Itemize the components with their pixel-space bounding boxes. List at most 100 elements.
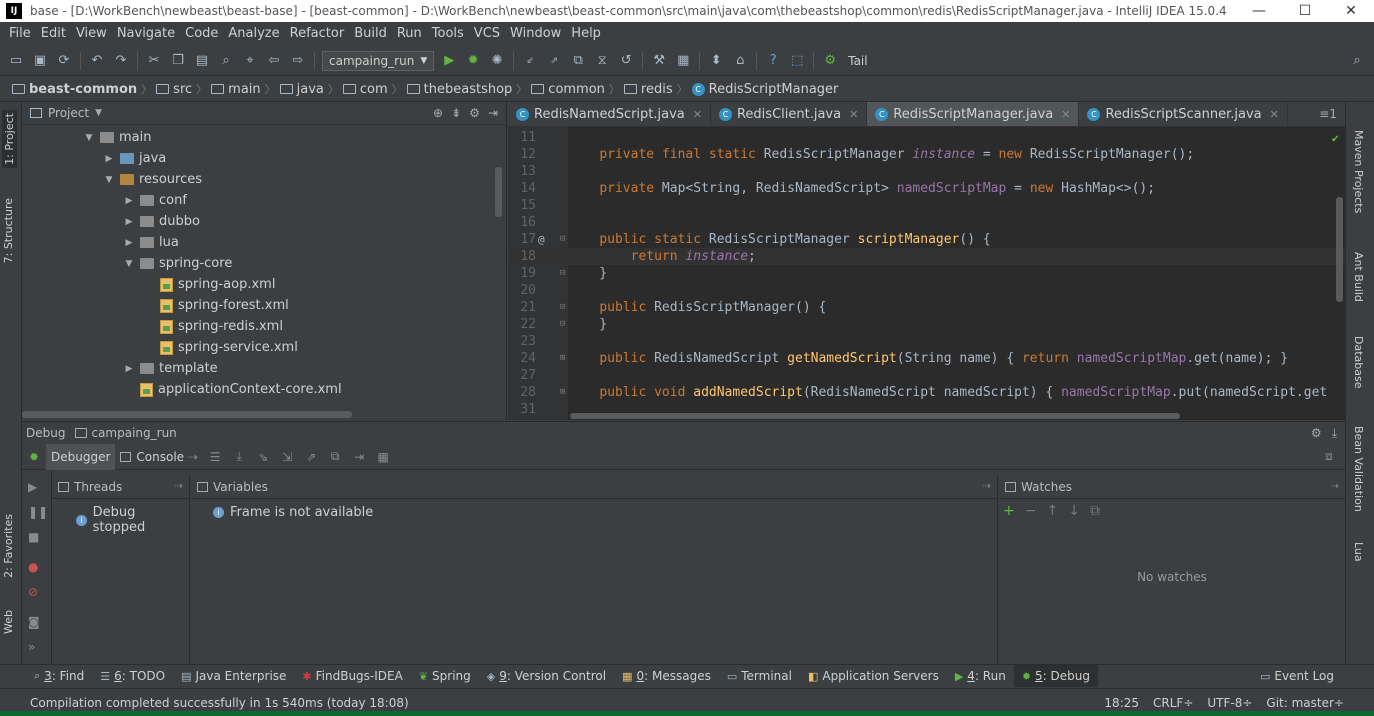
- breadcrumb-com[interactable]: com: [339, 82, 392, 97]
- rerun-debug-icon[interactable]: ✹: [22, 446, 46, 468]
- project-horizontal-scrollbar[interactable]: [22, 411, 352, 418]
- coverage-icon[interactable]: ✺: [486, 50, 508, 72]
- toolwindow-todo[interactable]: ☰ 6: TODO: [92, 665, 173, 687]
- editor-horizontal-scrollbar[interactable]: [570, 413, 1180, 419]
- copy-icon[interactable]: ❐: [167, 50, 189, 72]
- show-execution-point-icon[interactable]: ☰: [203, 446, 227, 468]
- vcs-history-icon[interactable]: ⧖: [591, 50, 613, 72]
- move-down-icon[interactable]: ↓: [1068, 503, 1080, 519]
- hide-panel-icon[interactable]: ⤓: [1332, 426, 1337, 441]
- tabs-overflow-button[interactable]: ≡1: [1319, 107, 1345, 121]
- code-line[interactable]: 19 ⊟ }: [508, 265, 1345, 282]
- project-view-select[interactable]: Project: [48, 106, 89, 120]
- toolwindow-version-control[interactable]: ◈ 9: Version Control: [479, 665, 614, 687]
- close-tab-icon[interactable]: ✕: [1061, 108, 1070, 121]
- tab-redis-client[interactable]: C RedisClient.java ✕: [711, 102, 868, 126]
- remove-watch-icon[interactable]: −: [1025, 503, 1037, 519]
- tree-item-template[interactable]: ▶ template: [122, 358, 218, 379]
- breadcrumb-class[interactable]: C RedisScriptManager: [688, 82, 843, 97]
- fold-marker-icon[interactable]: ⊟: [560, 231, 565, 248]
- vcs-update-icon[interactable]: ⇙: [519, 50, 541, 72]
- menu-vcs[interactable]: VCS: [469, 26, 505, 41]
- fold-marker-icon[interactable]: ⊞: [560, 384, 565, 401]
- menu-analyze[interactable]: Analyze: [223, 26, 284, 41]
- menu-tools[interactable]: Tools: [427, 26, 469, 41]
- tree-item-spring-forest[interactable]: spring-forest.xml: [156, 295, 289, 316]
- toolwindow-find[interactable]: ⌕ 3: Find: [26, 665, 92, 687]
- close-button[interactable]: ✕: [1328, 0, 1374, 22]
- hide-panel-icon[interactable]: ⇥: [488, 106, 498, 120]
- more-icon[interactable]: »: [28, 640, 35, 654]
- pin-icon[interactable]: ⇢: [175, 481, 189, 492]
- close-tab-icon[interactable]: ✕: [849, 108, 858, 121]
- menu-run[interactable]: Run: [392, 26, 427, 41]
- menu-code[interactable]: Code: [180, 26, 223, 41]
- tab-debugger[interactable]: Debugger: [46, 443, 116, 470]
- git-branch-widget[interactable]: Git: master÷: [1266, 696, 1344, 710]
- menu-window[interactable]: Window: [505, 26, 566, 41]
- tab-database[interactable]: Database: [1352, 336, 1365, 389]
- project-structure-icon[interactable]: ▦: [672, 50, 694, 72]
- paste-icon[interactable]: ▤: [191, 50, 213, 72]
- save-all-icon[interactable]: ▣: [29, 50, 51, 72]
- code-line[interactable]: 17 @ ⊟ public static RedisScriptManager sc…: [508, 231, 1345, 248]
- menu-help[interactable]: Help: [566, 26, 606, 41]
- minimize-button[interactable]: —: [1236, 0, 1282, 22]
- tree-item-application-context[interactable]: applicationContext-core.xml: [136, 379, 342, 400]
- back-icon[interactable]: ⇦: [263, 50, 285, 72]
- code-line[interactable]: 24 ⊞ public RedisNamedScript getNamedScri…: [508, 350, 1345, 367]
- tree-item-java[interactable]: ▶ java: [102, 148, 167, 169]
- breadcrumb-java[interactable]: java: [276, 82, 328, 97]
- tree-item-resources[interactable]: ▼ resources: [102, 169, 202, 190]
- run-icon[interactable]: ▶: [438, 50, 460, 72]
- duplicate-watch-icon[interactable]: ⧉: [1090, 503, 1100, 519]
- caret-position[interactable]: 18:25: [1104, 696, 1139, 710]
- tree-item-spring-core[interactable]: ▼ spring-core: [122, 253, 233, 274]
- code-area[interactable]: 11 12 private final static RedisScriptMan…: [508, 127, 1345, 420]
- code-line[interactable]: 12 private final static RedisScriptManag…: [508, 146, 1345, 163]
- scroll-from-source-icon[interactable]: ⊕: [433, 106, 443, 120]
- fold-marker-icon[interactable]: ⊟: [560, 265, 565, 282]
- chevron-down-icon[interactable]: ▼: [95, 108, 102, 118]
- code-line[interactable]: 28 ⊞ public void addNamedScript(RedisName…: [508, 384, 1345, 401]
- breadcrumb-common[interactable]: common: [527, 82, 609, 97]
- evaluate-expression-icon[interactable]: ▦: [371, 446, 395, 468]
- collapse-arrow-icon[interactable]: ▶: [122, 217, 136, 227]
- encoding-widget[interactable]: UTF-8÷: [1207, 696, 1252, 710]
- toolwindow-run[interactable]: ▶ 4: Run: [947, 665, 1014, 687]
- gear-icon[interactable]: ⚙: [1311, 426, 1322, 441]
- collapse-arrow-icon[interactable]: ▶: [122, 364, 136, 374]
- redo-icon[interactable]: ↷: [110, 50, 132, 72]
- find-icon[interactable]: ⌕: [215, 50, 237, 72]
- stop-icon[interactable]: ■: [28, 530, 39, 544]
- restore-layout-icon[interactable]: ⧈: [1317, 446, 1341, 468]
- sdk-manager-icon[interactable]: ⬍: [705, 50, 727, 72]
- tail-icon[interactable]: ⚙: [819, 50, 841, 72]
- mute-breakpoints-icon[interactable]: ⊘: [28, 585, 38, 599]
- tab-console[interactable]: Console ⇢: [115, 444, 203, 470]
- run-to-cursor-icon[interactable]: ⇥: [347, 446, 371, 468]
- menu-file[interactable]: File: [4, 26, 36, 41]
- add-watch-icon[interactable]: +: [1003, 503, 1015, 519]
- editor-vertical-scrollbar[interactable]: [1336, 197, 1343, 302]
- menu-view[interactable]: View: [71, 26, 112, 41]
- project-vertical-scrollbar[interactable]: [495, 167, 502, 217]
- collapse-arrow-icon[interactable]: ▶: [102, 154, 116, 164]
- code-line[interactable]: 13: [508, 163, 1345, 180]
- tree-item-main[interactable]: ▼ main: [82, 127, 152, 148]
- breadcrumb-redis[interactable]: redis: [620, 82, 677, 97]
- code-line[interactable]: 14 private Map<String, RedisNamedScript>…: [508, 180, 1345, 197]
- collapse-all-icon[interactable]: ⇟: [451, 106, 461, 120]
- fold-marker-icon[interactable]: ⊞: [560, 350, 565, 367]
- tab-structure[interactable]: 7: Structure: [2, 198, 15, 263]
- toolwindow-event-log[interactable]: ▭ Event Log: [1252, 665, 1374, 687]
- tab-web[interactable]: Web: [2, 610, 15, 634]
- pin-icon[interactable]: ⇢: [983, 481, 997, 492]
- resume-icon[interactable]: ▶: [28, 480, 37, 494]
- step-into-icon[interactable]: ⇘: [251, 446, 275, 468]
- code-line[interactable]: 16: [508, 214, 1345, 231]
- code-line[interactable]: 27: [508, 367, 1345, 384]
- toolwindow-java-enterprise[interactable]: ▤ Java Enterprise: [173, 665, 294, 687]
- tree-item-lua[interactable]: ▶ lua: [122, 232, 179, 253]
- gear-icon[interactable]: ⚙: [469, 106, 480, 120]
